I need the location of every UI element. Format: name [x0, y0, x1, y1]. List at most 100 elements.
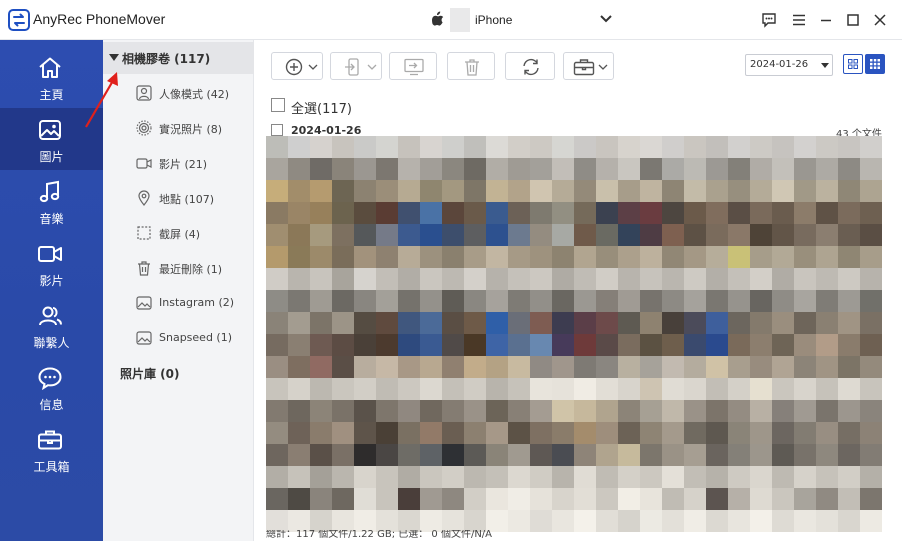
- photo-thumbnail[interactable]: [266, 136, 288, 158]
- photo-thumbnail[interactable]: [420, 202, 442, 224]
- expand-arrow-icon[interactable]: [109, 54, 119, 61]
- view-large-grid-button[interactable]: [843, 54, 863, 74]
- photo-thumbnail[interactable]: [772, 224, 794, 246]
- photo-thumbnail[interactable]: [354, 488, 376, 510]
- photo-thumbnail[interactable]: [662, 378, 684, 400]
- nav-item-videos[interactable]: 影片: [0, 232, 103, 294]
- photo-thumbnail[interactable]: [816, 400, 838, 422]
- photo-thumbnail[interactable]: [486, 180, 508, 202]
- photo-thumbnail[interactable]: [750, 180, 772, 202]
- photo-thumbnail[interactable]: [574, 510, 596, 532]
- photo-thumbnail[interactable]: [266, 400, 288, 422]
- photo-thumbnail[interactable]: [552, 136, 574, 158]
- photo-thumbnail[interactable]: [486, 246, 508, 268]
- photo-thumbnail[interactable]: [530, 422, 552, 444]
- photo-thumbnail[interactable]: [662, 334, 684, 356]
- photo-thumbnail[interactable]: [618, 224, 640, 246]
- toolbox-button[interactable]: [563, 52, 614, 80]
- photo-thumbnail[interactable]: [750, 444, 772, 466]
- photo-thumbnail[interactable]: [772, 158, 794, 180]
- photo-thumbnail[interactable]: [288, 356, 310, 378]
- photo-thumbnail[interactable]: [706, 180, 728, 202]
- photo-thumbnail[interactable]: [618, 378, 640, 400]
- photo-thumbnail[interactable]: [684, 202, 706, 224]
- photo-thumbnail[interactable]: [750, 246, 772, 268]
- photo-thumbnail[interactable]: [640, 180, 662, 202]
- photo-thumbnail[interactable]: [288, 400, 310, 422]
- photo-thumbnail[interactable]: [706, 136, 728, 158]
- photo-thumbnail[interactable]: [640, 246, 662, 268]
- photo-thumbnail[interactable]: [794, 422, 816, 444]
- photo-thumbnail[interactable]: [772, 400, 794, 422]
- photo-thumbnail[interactable]: [662, 202, 684, 224]
- photo-thumbnail[interactable]: [838, 356, 860, 378]
- photo-thumbnail[interactable]: [838, 422, 860, 444]
- group-checkbox[interactable]: [271, 124, 283, 136]
- photo-thumbnail[interactable]: [530, 312, 552, 334]
- photo-thumbnail[interactable]: [640, 136, 662, 158]
- photo-thumbnail[interactable]: [772, 268, 794, 290]
- photo-thumbnail[interactable]: [794, 466, 816, 488]
- photo-thumbnail[interactable]: [288, 334, 310, 356]
- nav-item-messages[interactable]: 信息: [0, 356, 103, 418]
- photo-thumbnail[interactable]: [508, 378, 530, 400]
- photo-thumbnail[interactable]: [332, 378, 354, 400]
- photo-thumbnail[interactable]: [464, 202, 486, 224]
- photo-thumbnail[interactable]: [376, 268, 398, 290]
- photo-thumbnail[interactable]: [486, 158, 508, 180]
- photo-thumbnail[interactable]: [464, 136, 486, 158]
- photo-thumbnail[interactable]: [706, 400, 728, 422]
- photo-thumbnail[interactable]: [684, 488, 706, 510]
- photo-thumbnail[interactable]: [398, 268, 420, 290]
- photo-thumbnail[interactable]: [596, 400, 618, 422]
- photo-thumbnail[interactable]: [398, 334, 420, 356]
- photo-thumbnail[interactable]: [838, 158, 860, 180]
- photo-thumbnail[interactable]: [266, 510, 288, 532]
- photo-thumbnail[interactable]: [574, 268, 596, 290]
- photo-thumbnail[interactable]: [376, 158, 398, 180]
- photo-thumbnail[interactable]: [376, 422, 398, 444]
- close-icon[interactable]: [872, 12, 888, 28]
- photo-thumbnail[interactable]: [486, 312, 508, 334]
- photo-thumbnail[interactable]: [794, 246, 816, 268]
- chevron-down-icon[interactable]: [600, 14, 612, 24]
- photo-thumbnail[interactable]: [750, 334, 772, 356]
- photo-thumbnail[interactable]: [376, 378, 398, 400]
- photo-thumbnail[interactable]: [618, 246, 640, 268]
- photo-thumbnail[interactable]: [728, 422, 750, 444]
- photo-thumbnail[interactable]: [266, 378, 288, 400]
- photo-thumbnail[interactable]: [794, 180, 816, 202]
- photo-thumbnail[interactable]: [376, 180, 398, 202]
- photo-thumbnail[interactable]: [772, 510, 794, 532]
- photo-thumbnail[interactable]: [618, 268, 640, 290]
- photo-thumbnail[interactable]: [618, 202, 640, 224]
- photo-thumbnail[interactable]: [288, 510, 310, 532]
- photo-thumbnail[interactable]: [530, 290, 552, 312]
- photo-thumbnail[interactable]: [552, 290, 574, 312]
- photo-thumbnail[interactable]: [442, 268, 464, 290]
- photo-thumbnail[interactable]: [508, 488, 530, 510]
- photo-thumbnail[interactable]: [442, 444, 464, 466]
- photo-thumbnail[interactable]: [706, 444, 728, 466]
- photo-thumbnail[interactable]: [772, 422, 794, 444]
- photo-thumbnail[interactable]: [398, 488, 420, 510]
- photo-thumbnail[interactable]: [310, 334, 332, 356]
- photo-thumbnail[interactable]: [354, 202, 376, 224]
- photo-thumbnail[interactable]: [640, 510, 662, 532]
- photo-thumbnail[interactable]: [838, 290, 860, 312]
- photo-thumbnail[interactable]: [376, 334, 398, 356]
- photo-thumbnail[interactable]: [772, 246, 794, 268]
- photo-thumbnail[interactable]: [794, 312, 816, 334]
- photo-thumbnail[interactable]: [728, 136, 750, 158]
- photo-thumbnail[interactable]: [838, 224, 860, 246]
- photo-thumbnail[interactable]: [618, 356, 640, 378]
- photo-thumbnail[interactable]: [332, 312, 354, 334]
- photo-thumbnail[interactable]: [266, 422, 288, 444]
- photo-thumbnail[interactable]: [750, 290, 772, 312]
- photo-thumbnail[interactable]: [794, 224, 816, 246]
- photo-thumbnail[interactable]: [398, 510, 420, 532]
- photo-thumbnail[interactable]: [816, 510, 838, 532]
- photo-thumbnail[interactable]: [310, 378, 332, 400]
- photo-thumbnail[interactable]: [420, 158, 442, 180]
- photo-thumbnail[interactable]: [772, 290, 794, 312]
